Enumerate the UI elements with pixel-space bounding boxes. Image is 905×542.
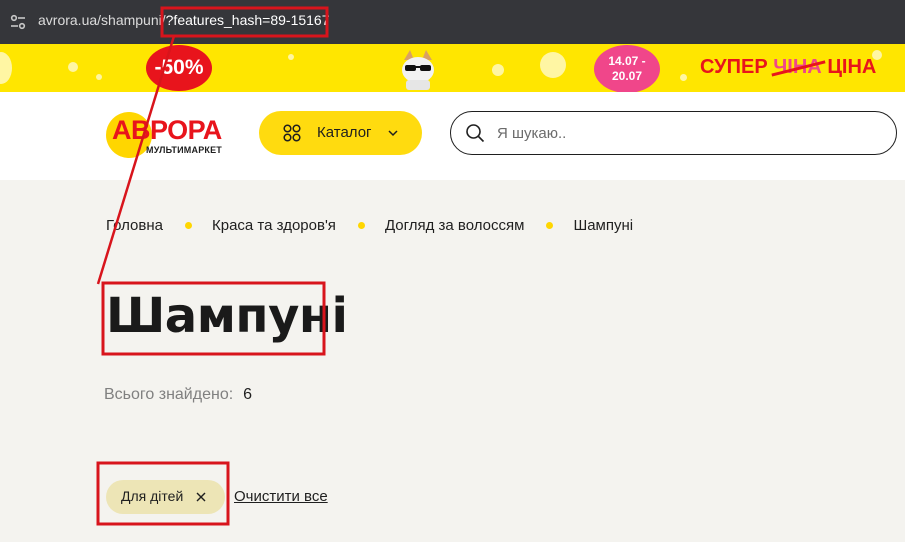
url-query: ?features_hash=89-15167 (165, 12, 330, 28)
filter-chip-label: Для дітей (121, 488, 184, 504)
site-settings-icon[interactable] (8, 12, 28, 32)
breadcrumb-home[interactable]: Головна (106, 217, 163, 234)
sale-badge: -50% (146, 45, 212, 91)
breadcrumb-separator (185, 222, 192, 229)
slogan-super: СУПЕР (700, 56, 768, 78)
page-title: Шампуні (106, 288, 348, 344)
slogan-strike: ЧІНА (773, 56, 822, 78)
logo-subtitle: МУЛЬТИМАРКЕТ (146, 145, 222, 155)
url-base: avrora.ua/shampuni/ (38, 12, 166, 28)
catalog-label: Каталог (317, 124, 372, 141)
grid-icon (283, 124, 301, 142)
browser-address-bar[interactable]: avrora.ua/shampuni/?features_hash=89-151… (0, 0, 905, 44)
promo-dates-badge: 14.07 - 20.07 (594, 45, 660, 92)
avrora-logo[interactable]: АВРОРА МУЛЬТИМАРКЕТ (106, 112, 234, 158)
results-label: Всього знайдено: (104, 386, 234, 403)
decor-dot (288, 54, 294, 60)
decor-dot (492, 64, 504, 76)
results-number: 6 (243, 386, 253, 403)
breadcrumb-separator (357, 222, 365, 229)
active-filter-chip[interactable]: Для дітей (106, 480, 225, 514)
search-icon[interactable] (465, 123, 485, 143)
promo-slogan: СУПЕР ЧІНА ЦІНА (700, 56, 876, 79)
decor-dot (96, 74, 102, 80)
breadcrumb-separator (546, 222, 554, 229)
promo-date-start: 14.07 - (608, 54, 646, 68)
decor-dot (0, 52, 12, 84)
decor-dot (680, 74, 687, 81)
chevron-down-icon (388, 130, 398, 137)
promo-banner[interactable]: -50% 14.07 - 20.07 СУПЕР ЧІНА ЦІНА (0, 44, 905, 92)
site-header: АВРОРА МУЛЬТИМАРКЕТ Каталог (0, 92, 905, 180)
url-text[interactable]: avrora.ua/shampuni/?features_hash=89-151… (38, 12, 330, 28)
breadcrumb-beauty-health[interactable]: Краса та здоров'я (212, 217, 336, 234)
results-count: Всього знайдено: 6 (104, 386, 252, 404)
clear-all-filters-link[interactable]: Очистити все (234, 488, 328, 505)
close-icon[interactable] (196, 492, 206, 502)
catalog-button[interactable]: Каталог (259, 111, 422, 155)
search-box[interactable] (450, 111, 897, 155)
logo-name: АВРОРА (112, 115, 222, 145)
promo-date-end: 20.07 (611, 69, 643, 83)
slogan-price: ЦІНА (827, 56, 877, 78)
decor-dot (540, 52, 566, 78)
cat-with-sunglasses-icon (402, 50, 434, 90)
breadcrumb-current: Шампуні (573, 217, 634, 234)
breadcrumb: Головна Краса та здоров'я Догляд за воло… (106, 217, 633, 234)
breadcrumb-hair-care[interactable]: Догляд за волоссям (385, 217, 525, 234)
search-input[interactable] (497, 122, 877, 144)
decor-dot (68, 62, 78, 72)
